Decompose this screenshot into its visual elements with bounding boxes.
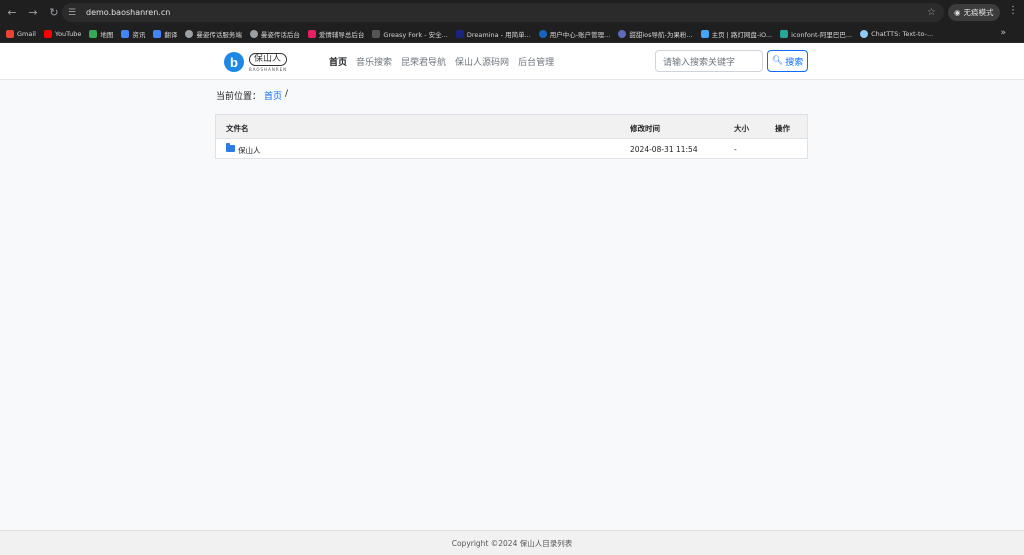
bookmarks-overflow-icon[interactable]: »: [1000, 28, 1006, 38]
gmail-icon: [6, 29, 14, 38]
file-name-link[interactable]: 保山人: [238, 145, 261, 156]
nav-item-admin[interactable]: 后台管理: [518, 55, 554, 68]
forward-icon[interactable]: →: [24, 4, 42, 22]
site-info-icon[interactable]: ☰: [68, 8, 82, 18]
news-icon: [121, 29, 130, 38]
bookmark-label: YouTube: [54, 29, 82, 38]
user-center-icon: [538, 29, 547, 38]
search-input[interactable]: 请输入搜索关键字: [655, 50, 763, 72]
column-header-action: 操作: [775, 124, 790, 133]
incognito-label: 无痕模式: [963, 8, 994, 17]
bookmark-label: 曼姿传话服务端: [196, 30, 242, 39]
site-logo[interactable]: b 保山人 BAOSHANREN: [224, 51, 300, 73]
bookmark-label: Greasy Fork - 安全...: [383, 30, 448, 39]
breadcrumb-separator: /: [285, 89, 289, 99]
bookmark-item[interactable]: iconfont-阿里巴巴...: [780, 29, 852, 39]
search-icon: 🔍︎: [771, 56, 784, 66]
bookmark-item[interactable]: 曼姿传话服务端: [185, 29, 242, 39]
file-size: -: [734, 145, 737, 154]
heart-icon: [307, 29, 316, 38]
bookmark-item[interactable]: 地图: [89, 29, 113, 39]
breadcrumb-prefix: 当前位置：: [216, 92, 262, 102]
reload-icon[interactable]: ↻: [45, 4, 63, 22]
site-footer: Copyright ©2024 保山人目录列表: [0, 530, 1024, 555]
bookmark-label: 主页 | 路灯网盘-iO...: [711, 30, 773, 39]
table-header: 文件名 修改时间 大小 操作: [216, 115, 807, 139]
bookmark-star-icon[interactable]: ☆: [927, 7, 936, 18]
maps-icon: [89, 29, 98, 38]
back-icon[interactable]: ←: [3, 4, 21, 22]
url-text: demo.baoshanren.cn: [86, 8, 171, 17]
bookmark-item[interactable]: 曼姿传话后台: [249, 29, 300, 39]
column-header-size[interactable]: 大小: [734, 123, 749, 134]
site-header: b 保山人 BAOSHANREN 首页 音乐搜索 昆荣君导航 保山人源码网 后台…: [0, 43, 1024, 80]
browser-toolbar: ← → ↻ ☰ demo.baoshanren.cn ☆ ◉ 无痕模式 ⋮: [0, 0, 1024, 25]
bookmark-label: 甜甜ios导航-为果粉...: [629, 30, 693, 39]
bookmark-label: ChatTTS: Text-to-...: [871, 29, 934, 38]
table-row[interactable]: 保山人 2024-08-31 11:54 -: [216, 139, 807, 159]
iconfont-icon: [780, 29, 789, 38]
bookmark-label: 曼姿传话后台: [260, 30, 300, 39]
logo-mark-icon: b: [224, 52, 244, 72]
column-header-name[interactable]: 文件名: [226, 123, 249, 134]
bookmark-item[interactable]: Gmail: [6, 29, 36, 38]
bookmark-label: 爱情辅导总后台: [318, 30, 365, 39]
bookmark-label: 用户中心-账户管理...: [549, 30, 611, 39]
bookmark-item[interactable]: ChatTTS: Text-to-...: [860, 29, 934, 38]
cloud-drive-icon: [700, 29, 709, 38]
nav-item-home[interactable]: 首页: [329, 55, 347, 68]
chattts-icon: [860, 29, 869, 38]
breadcrumb-home-link[interactable]: 首页: [264, 89, 282, 102]
main-nav: 首页 音乐搜索 昆荣君导航 保山人源码网 后台管理: [329, 55, 554, 68]
bookmark-label: Gmail: [17, 29, 36, 38]
bookmarks-bar: Gmail YouTube 地图 资讯 翻译 曼姿传话服务端 曼姿传话后台 爱情…: [0, 25, 1024, 43]
bookmark-label: 翻译: [164, 30, 178, 39]
bookmark-item[interactable]: Greasy Fork - 安全...: [372, 29, 448, 39]
breadcrumb: 当前位置： 首页 /: [216, 89, 288, 102]
greasyfork-icon: [372, 29, 381, 38]
bookmark-label: 资讯: [132, 30, 146, 39]
logo-text-cn: 保山人: [249, 52, 288, 66]
bookmark-item[interactable]: 用户中心-账户管理...: [538, 29, 611, 39]
copyright-text: Copyright ©2024 保山人目录列表: [451, 538, 573, 548]
file-table: 文件名 修改时间 大小 操作 保山人 2024-08-31 11:54 -: [215, 114, 808, 159]
search-button[interactable]: 🔍︎ 搜索: [767, 50, 808, 72]
bookmark-item[interactable]: 甜甜ios导航-为果粉...: [618, 29, 693, 39]
globe-icon: [185, 29, 194, 38]
nav-item-music-search[interactable]: 音乐搜索: [356, 55, 392, 68]
ios-nav-icon: [618, 29, 627, 38]
search-button-label: 搜索: [785, 57, 804, 68]
bookmark-label: Dreamina - 用简单...: [466, 30, 531, 39]
bookmark-label: iconfont-阿里巴巴...: [791, 30, 853, 39]
bookmark-item[interactable]: 资讯: [121, 29, 145, 39]
nav-item-kunrong-nav[interactable]: 昆荣君导航: [401, 55, 446, 68]
bookmark-label: 地图: [100, 30, 114, 39]
bookmark-item[interactable]: 主页 | 路灯网盘-iO...: [700, 29, 773, 39]
youtube-icon: [43, 29, 52, 38]
bookmark-item[interactable]: 翻译: [153, 29, 177, 39]
globe-icon: [249, 29, 258, 38]
folder-icon: [226, 143, 235, 152]
bookmark-item[interactable]: YouTube: [43, 29, 82, 38]
logo-text-en: BAOSHANREN: [249, 66, 288, 72]
dreamina-icon: [455, 29, 464, 38]
browser-menu-icon[interactable]: ⋮: [1008, 5, 1018, 16]
incognito-badge[interactable]: ◉ 无痕模式: [948, 4, 1000, 21]
bookmark-item[interactable]: Dreamina - 用简单...: [455, 29, 531, 39]
translate-icon: [153, 29, 162, 38]
incognito-icon: ◉: [954, 8, 961, 17]
nav-item-source-site[interactable]: 保山人源码网: [455, 55, 509, 68]
address-bar[interactable]: ☰ demo.baoshanren.cn ☆: [62, 3, 944, 22]
file-modified: 2024-08-31 11:54: [630, 145, 698, 154]
bookmark-item[interactable]: 爱情辅导总后台: [307, 29, 365, 39]
column-header-modified[interactable]: 修改时间: [630, 123, 660, 134]
